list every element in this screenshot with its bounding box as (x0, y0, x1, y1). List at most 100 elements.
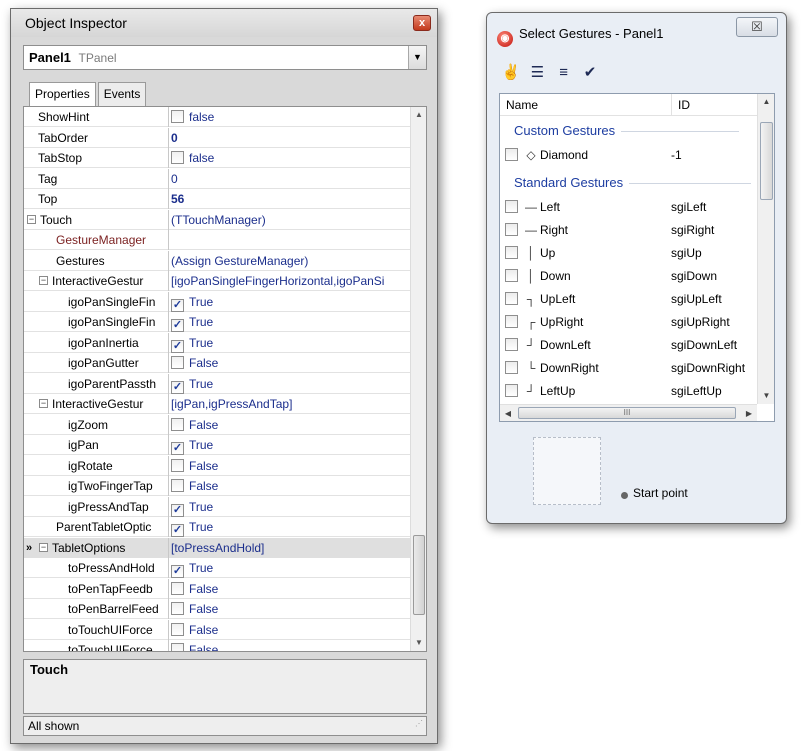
unchecked-checkbox[interactable] (171, 581, 184, 595)
property-name-cell[interactable]: igTwoFingerTap (24, 476, 169, 496)
property-row[interactable]: igoPanGutter False (24, 353, 410, 373)
property-row[interactable]: Tag 0 (24, 168, 410, 189)
select-gestures-titlebar[interactable]: ◉ Select Gestures - Panel1 (497, 21, 664, 47)
property-row[interactable]: − Touch (TTouchManager) (24, 209, 410, 230)
property-value-cell[interactable]: ✓ True (169, 497, 410, 517)
property-name-cell[interactable]: toTouchUIForce (24, 640, 169, 651)
property-name-cell[interactable]: igPressAndTap (24, 496, 169, 517)
gesture-item[interactable]: └ DownRight sgiDownRight (500, 356, 757, 380)
gesture-checkbox[interactable] (505, 384, 518, 397)
unchecked-checkbox[interactable] (171, 110, 184, 123)
property-value-cell[interactable]: 0 (169, 128, 410, 148)
property-name-cell[interactable]: TabOrder (24, 127, 169, 148)
property-value-cell[interactable]: (Assign GestureManager) (169, 251, 410, 271)
property-row[interactable]: igoPanSingleFin ✓ True (24, 291, 410, 312)
gesture-item[interactable]: — Left sgiLeft (500, 195, 757, 219)
property-row[interactable]: toPenTapFeedb False (24, 578, 410, 599)
property-row[interactable]: TabStop false (24, 148, 410, 168)
collapse-icon[interactable]: − (39, 542, 48, 552)
gesture-item[interactable]: — Right sgiRight (500, 218, 757, 242)
property-name-cell[interactable]: igoParentPassth (24, 373, 169, 394)
property-value-cell[interactable]: False (169, 599, 410, 619)
scroll-up-icon[interactable]: ▲ (411, 107, 426, 123)
property-row[interactable]: ParentTabletOptic ✓ True (24, 517, 410, 537)
scroll-right-icon[interactable]: ▶ (741, 405, 757, 422)
gesture-checkbox[interactable] (505, 223, 518, 236)
property-value-cell[interactable]: ✓ True (169, 435, 410, 455)
property-row[interactable]: igPan ✓ True (24, 435, 410, 455)
property-name-cell[interactable]: igoPanSingleFin (24, 312, 169, 332)
property-value-cell[interactable]: false (169, 107, 410, 127)
scroll-down-icon[interactable]: ▼ (411, 635, 426, 651)
chevron-down-icon[interactable]: ▼ (408, 46, 426, 69)
property-row[interactable]: Gestures (Assign GestureManager) (24, 250, 410, 271)
gesture-item[interactable]: ┐ UpLeft sgiUpLeft (500, 287, 757, 311)
property-name-cell[interactable]: igZoom (24, 414, 169, 435)
property-value-cell[interactable]: ✓ True (169, 312, 410, 332)
property-name-cell[interactable]: ParentTabletOptic (24, 517, 169, 537)
property-value-cell[interactable]: 0 (169, 169, 410, 189)
gesture-checkbox[interactable] (505, 292, 518, 305)
scrollbar-thumb[interactable] (413, 535, 425, 615)
property-name-cell[interactable]: toPenBarrelFeed (24, 599, 169, 619)
unchecked-checkbox[interactable] (171, 151, 184, 164)
close-button[interactable]: ☒ (736, 17, 778, 37)
gesture-wizard-icon[interactable]: ✌ (501, 63, 521, 83)
property-row[interactable]: toPressAndHold ✓ True (24, 558, 410, 578)
gesture-checkbox[interactable] (505, 200, 518, 213)
property-value-cell[interactable]: [igoPanSingleFingerHorizontal,igoPanSi (169, 271, 410, 291)
gesture-item[interactable]: ┌ UpRight sgiUpRight (500, 310, 757, 334)
property-value-cell[interactable]: False (169, 640, 410, 651)
bullet-list-icon[interactable]: ≡ (554, 63, 574, 83)
checked-checkbox[interactable]: ✓ (171, 503, 184, 517)
property-row[interactable]: ShowHint false (24, 107, 410, 127)
gesture-checkbox[interactable] (505, 269, 518, 282)
collapse-icon[interactable]: − (39, 399, 48, 408)
tab-properties[interactable]: Properties (29, 82, 96, 107)
property-row[interactable]: toPenBarrelFeed False (24, 599, 410, 619)
property-row[interactable]: − InteractiveGestur [igoPanSingleFingerHor… (24, 271, 410, 291)
gesture-checkbox[interactable] (505, 246, 518, 259)
gesture-item[interactable]: ┘ DownLeft sgiDownLeft (500, 333, 757, 357)
property-name-cell[interactable]: igPan (24, 435, 169, 455)
unchecked-checkbox[interactable] (171, 417, 184, 431)
unchecked-checkbox[interactable] (171, 602, 184, 615)
checked-checkbox[interactable]: ✓ (171, 339, 184, 353)
gesture-item[interactable]: ◇ Diamond -1 (500, 143, 757, 167)
property-name-cell[interactable]: Gestures (24, 250, 169, 271)
property-name-cell[interactable]: − InteractiveGestur (24, 271, 169, 291)
property-name-cell[interactable]: igRotate (24, 455, 169, 476)
gesture-item[interactable]: ┘ LeftUp sgiLeftUp (500, 379, 757, 403)
gesture-checkbox[interactable] (505, 361, 518, 374)
property-value-cell[interactable]: ✓ True (169, 517, 410, 537)
property-value-cell[interactable]: False (169, 456, 410, 476)
property-value-cell[interactable]: False (169, 353, 410, 373)
property-row[interactable]: TabOrder 0 (24, 127, 410, 148)
property-name-cell[interactable]: » − TabletOptions (24, 537, 169, 558)
property-row[interactable]: igZoom False (24, 414, 410, 435)
property-name-cell[interactable]: Tag (24, 168, 169, 189)
object-inspector-titlebar[interactable]: Object Inspector x (11, 9, 437, 37)
property-row[interactable]: GestureManager (24, 230, 410, 250)
property-value-cell[interactable]: [toPressAndHold] (169, 537, 410, 558)
gesture-checkbox[interactable] (505, 315, 518, 328)
property-name-cell[interactable]: igoPanInertia (24, 332, 169, 353)
property-name-cell[interactable]: toPenTapFeedb (24, 578, 169, 599)
gesture-item[interactable]: │ Down sgiDown (500, 264, 757, 288)
property-value-cell[interactable]: ✓ True (169, 374, 410, 394)
checked-checkbox[interactable]: ✓ (171, 524, 184, 537)
property-value-cell[interactable]: [igPan,igPressAndTap] (169, 394, 410, 414)
checked-checkbox[interactable]: ✓ (171, 298, 184, 312)
checked-checkbox[interactable]: ✓ (171, 380, 184, 394)
property-value-cell[interactable]: False (169, 579, 410, 599)
tab-events[interactable]: Events (97, 82, 147, 106)
object-selector-combo[interactable]: Panel1 TPanel ▼ (23, 45, 427, 70)
property-value-cell[interactable]: ✓ True (169, 333, 410, 353)
checked-checkbox[interactable]: ✓ (171, 565, 184, 578)
column-header-name[interactable]: Name (506, 94, 538, 116)
property-value-cell[interactable]: False (169, 620, 410, 640)
property-row[interactable]: igRotate False (24, 455, 410, 476)
property-name-cell[interactable]: TabStop (24, 148, 169, 168)
property-name-cell[interactable]: GestureManager (24, 230, 169, 250)
unchecked-checkbox[interactable] (171, 622, 184, 636)
